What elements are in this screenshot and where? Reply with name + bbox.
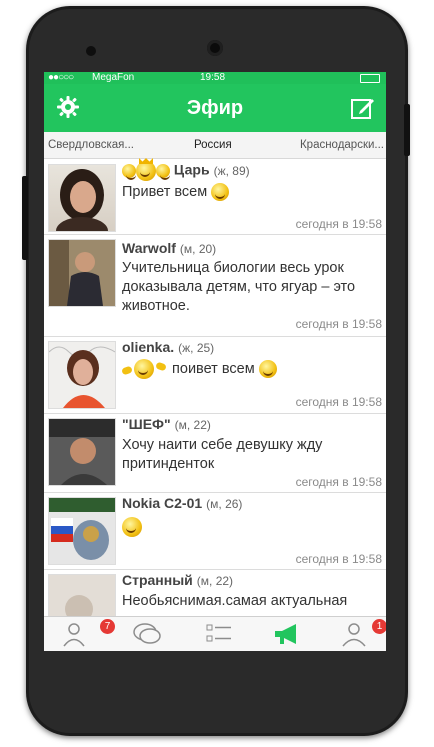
proximity-sensor bbox=[86, 46, 96, 56]
user-meta: (м, 22) bbox=[174, 418, 211, 432]
status-bar: ●●○○○ MegaFon 19:58 bbox=[44, 72, 386, 84]
timestamp: сегодня в 19:58 bbox=[295, 395, 382, 409]
region-tab-center[interactable]: Россия bbox=[194, 139, 232, 151]
avatar bbox=[48, 418, 116, 486]
wink-emoji-icon bbox=[258, 360, 277, 378]
wink-emoji-icon bbox=[211, 183, 230, 202]
front-camera bbox=[207, 40, 223, 56]
avatar bbox=[48, 164, 116, 232]
power-button bbox=[404, 104, 410, 156]
compose-icon[interactable] bbox=[350, 95, 376, 121]
name-line: Nokia C2-01 (м, 26) bbox=[122, 495, 242, 511]
signal-indicator: ●●○○○ bbox=[48, 72, 74, 83]
name-line: Странный (м, 22) bbox=[122, 572, 233, 588]
avatar bbox=[48, 239, 116, 307]
message-text: Учительница биологии весь урок доказывал… bbox=[122, 260, 356, 314]
list-item[interactable]: olienka. (ж, 25) поивет всем сегодня в 19… bbox=[44, 337, 386, 414]
chat-icon[interactable] bbox=[132, 621, 162, 647]
name-line: Царь (ж, 89) bbox=[122, 158, 250, 181]
megaphone-icon[interactable] bbox=[272, 621, 302, 647]
avatar bbox=[48, 341, 116, 409]
battery-icon bbox=[360, 74, 380, 83]
name-line: olienka. (ж, 25) bbox=[122, 339, 214, 355]
user-meta: (м, 20) bbox=[179, 242, 217, 256]
message-text: Необьяснимая.самая актуальная bbox=[122, 593, 348, 609]
contacts-icon[interactable] bbox=[62, 621, 92, 647]
message-text: Хочу наити себе девушку жду притинденток bbox=[122, 437, 323, 472]
user-name[interactable]: olienka. bbox=[122, 339, 174, 355]
user-name[interactable]: "ШЕФ" bbox=[122, 416, 171, 432]
message-text: поивет всем bbox=[121, 359, 380, 379]
user-meta: (ж, 89) bbox=[213, 163, 250, 178]
profile-badge: 1 bbox=[372, 619, 386, 634]
app-header: Эфир bbox=[44, 84, 386, 132]
region-tab-left[interactable]: Свердловская... bbox=[48, 139, 134, 151]
user-name[interactable]: Warwolf bbox=[122, 240, 176, 256]
hands-emoji-icon bbox=[121, 359, 168, 379]
carrier-label: MegaFon bbox=[92, 72, 135, 83]
user-name[interactable]: Nokia C2-01 bbox=[122, 495, 202, 511]
avatar bbox=[48, 497, 116, 565]
name-line: Warwolf (м, 20) bbox=[122, 240, 216, 256]
bottom-tab-bar: 7 1 bbox=[44, 616, 386, 651]
user-name[interactable]: Царь bbox=[174, 162, 210, 178]
timestamp: сегодня в 19:58 bbox=[295, 217, 382, 231]
list-item[interactable]: "ШЕФ" (м, 22) Хочу наити себе девушку жду… bbox=[44, 414, 386, 493]
region-tabs: Свердловская... Россия Краснодарски... bbox=[44, 132, 386, 159]
crown-icon bbox=[122, 158, 170, 181]
message-body: поивет всем bbox=[172, 360, 255, 377]
profile-icon[interactable] bbox=[340, 621, 370, 647]
timestamp: сегодня в 19:58 bbox=[295, 552, 382, 566]
list-item[interactable]: Царь (ж, 89) Привет всем сегодня в 19:58 bbox=[44, 158, 386, 235]
message-text: Привет всем bbox=[122, 183, 380, 202]
region-tab-right[interactable]: Краснодарски... bbox=[300, 139, 384, 151]
user-meta: (ж, 25) bbox=[178, 341, 215, 355]
volume-button bbox=[22, 176, 28, 260]
smile-emoji-icon bbox=[122, 517, 142, 537]
contacts-badge: 7 bbox=[100, 619, 115, 634]
timestamp: сегодня в 19:58 bbox=[295, 317, 382, 331]
clock: 19:58 bbox=[200, 72, 226, 83]
message-body: Привет всем bbox=[122, 184, 208, 200]
name-line: "ШЕФ" (м, 22) bbox=[122, 416, 211, 432]
user-meta: (м, 22) bbox=[196, 574, 234, 588]
message-text bbox=[122, 517, 380, 537]
app-screen: ●●○○○ MegaFon 19:58 Эфир Свердловская...… bbox=[44, 72, 386, 651]
list-icon[interactable] bbox=[204, 621, 234, 647]
list-item[interactable]: Nokia C2-01 (м, 26) сегодня в 19:58 bbox=[44, 493, 386, 570]
user-meta: (м, 26) bbox=[206, 497, 243, 511]
user-name[interactable]: Странный bbox=[122, 572, 193, 588]
list-item[interactable]: Warwolf (м, 20) Учительница биологии весь… bbox=[44, 235, 386, 337]
page-title: Эфир bbox=[186, 97, 244, 119]
timestamp: сегодня в 19:58 bbox=[295, 475, 382, 489]
